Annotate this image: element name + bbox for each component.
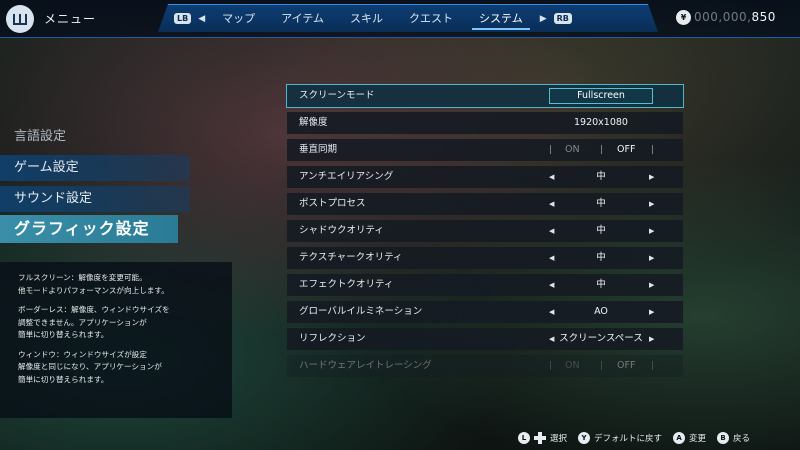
- y-button-icon: Y: [578, 432, 591, 444]
- description-borderless: ボーダーレス：解像度、ウィンドウサイズを 調整できません。アプリケーションが 簡…: [18, 305, 170, 340]
- setting-row-effect-quality[interactable]: エフェクトクオリティ ◀ 中 ▶: [287, 274, 683, 296]
- toggle-divider: |: [651, 145, 655, 155]
- screen-mode-value[interactable]: Fullscreen: [549, 88, 653, 104]
- tab-system[interactable]: システム: [466, 5, 536, 33]
- toggle-divider: |: [600, 145, 604, 155]
- arrow-right-icon[interactable]: ▶: [649, 220, 654, 242]
- setting-label: リフレクション: [299, 333, 366, 344]
- arrow-right-icon[interactable]: ▶: [649, 328, 654, 350]
- setting-label: エフェクトクオリティ: [299, 279, 394, 290]
- toggle-divider: |: [549, 145, 553, 155]
- resolution-value[interactable]: 1920x1080: [549, 112, 653, 134]
- menu-title: メニュー: [44, 12, 97, 26]
- arrow-right-icon[interactable]: ▶: [649, 166, 654, 188]
- setting-label: 解像度: [299, 117, 328, 128]
- sidebar-item-language[interactable]: 言語設定: [0, 124, 190, 150]
- setting-row-reflection[interactable]: リフレクション ◀ スクリーンスペース ▶: [287, 328, 683, 350]
- hint-change-label: 変更: [689, 434, 707, 444]
- post-process-value: 中: [596, 198, 606, 209]
- tab-map[interactable]: マップ: [209, 5, 268, 33]
- setting-row-screen-mode[interactable]: スクリーンモード Fullscreen: [286, 84, 684, 108]
- vsync-on-option[interactable]: ON: [565, 139, 580, 161]
- tab-skills[interactable]: スキル: [337, 5, 396, 33]
- setting-row-shadow-quality[interactable]: シャドウクオリティ ◀ 中 ▶: [287, 220, 683, 242]
- hint-default[interactable]: Y デフォルトに戻す: [578, 432, 662, 444]
- tab-left-arrow-icon[interactable]: ◀: [198, 14, 205, 24]
- arrow-right-icon[interactable]: ▶: [649, 247, 654, 269]
- setting-row-post-process[interactable]: ポストプロセス ◀ 中 ▶: [287, 193, 683, 215]
- settings-list: スクリーンモード Fullscreen 解像度 1920x1080 垂直同期 |…: [286, 84, 684, 382]
- setting-label: アンチエイリアシング: [299, 171, 394, 182]
- setting-row-texture-quality[interactable]: テクスチャークオリティ ◀ 中 ▶: [287, 247, 683, 269]
- a-button-icon: A: [673, 432, 686, 444]
- setting-label: グローバルイルミネーション: [299, 306, 423, 317]
- setting-row-vsync[interactable]: 垂直同期 | ON | OFF |: [287, 139, 683, 161]
- toggle-divider: |: [651, 361, 655, 371]
- currency-icon: ¥: [676, 10, 691, 25]
- vsync-off-option[interactable]: OFF: [617, 139, 635, 161]
- toggle-divider: |: [549, 361, 553, 371]
- anti-aliasing-value: 中: [596, 171, 606, 182]
- arrow-right-icon[interactable]: ▶: [649, 193, 654, 215]
- hint-back-label: 戻る: [733, 434, 751, 444]
- tab-bar: LB ◀ マップ アイテム スキル クエスト システム ▶ RB: [158, 4, 658, 32]
- reflection-value: スクリーンスペース: [559, 333, 643, 344]
- texture-quality-value: 中: [596, 252, 606, 263]
- hint-select: L 選択: [518, 432, 567, 444]
- menu-book-icon[interactable]: [6, 5, 34, 33]
- tab-items[interactable]: アイテム: [268, 5, 337, 33]
- global-illumination-value: AO: [594, 306, 608, 317]
- effect-quality-value: 中: [596, 279, 606, 290]
- setting-row-global-illumination[interactable]: グローバルイルミネーション ◀ AO ▶: [287, 301, 683, 323]
- l-stick-icon: L: [518, 432, 530, 444]
- dpad-icon: [534, 432, 546, 444]
- setting-row-hardware-raytracing: ハードウェアレイトレーシング | ON | OFF |: [287, 355, 683, 377]
- tab-right-arrow-icon[interactable]: ▶: [540, 14, 547, 24]
- sidebar-item-graphics[interactable]: グラフィック設定: [0, 215, 178, 243]
- raytracing-on-option: ON: [565, 360, 580, 371]
- setting-row-resolution[interactable]: 解像度 1920x1080: [287, 112, 683, 134]
- currency-amount: 000,000,850: [694, 10, 776, 24]
- setting-label: ハードウェアレイトレーシング: [299, 360, 432, 371]
- description-fullscreen: フルスクリーン：解像度を変更可能。 他モードよりパフォーマンスが向上します。: [18, 273, 169, 295]
- currency-amount-padding: 000,000,: [694, 10, 752, 24]
- b-button-icon: B: [717, 432, 730, 444]
- hint-back[interactable]: B 戻る: [717, 432, 750, 444]
- arrow-right-icon[interactable]: ▶: [649, 301, 654, 323]
- hint-default-label: デフォルトに戻す: [594, 434, 663, 444]
- tab-quests[interactable]: クエスト: [396, 5, 466, 33]
- setting-label: 垂直同期: [299, 144, 338, 155]
- lb-button-icon[interactable]: LB: [174, 13, 192, 24]
- button-hints: L 選択 Y デフォルトに戻す A 変更 B 戻る: [518, 430, 761, 446]
- toggle-divider: |: [600, 361, 604, 371]
- shadow-quality-value: 中: [596, 225, 606, 236]
- top-bar: メニュー LB ◀ マップ アイテム スキル クエスト システム ▶ RB ¥ …: [0, 0, 800, 38]
- sidebar-item-game[interactable]: ゲーム設定: [0, 155, 190, 181]
- currency-amount-value: 850: [751, 10, 776, 24]
- description-panel: フルスクリーン：解像度を変更可能。 他モードよりパフォーマンスが向上します。 ボ…: [0, 262, 232, 418]
- hint-change[interactable]: A 変更: [673, 432, 706, 444]
- hint-select-label: 選択: [550, 434, 568, 444]
- setting-label: ポストプロセス: [299, 198, 366, 209]
- arrow-right-icon[interactable]: ▶: [649, 274, 654, 296]
- setting-label: スクリーンモード: [299, 90, 375, 101]
- setting-label: シャドウクオリティ: [299, 225, 384, 236]
- setting-label: テクスチャークオリティ: [299, 252, 403, 263]
- rb-button-icon[interactable]: RB: [553, 13, 572, 24]
- sidebar-item-sound[interactable]: サウンド設定: [0, 186, 190, 212]
- description-window: ウィンドウ：ウィンドウサイズが設定 解像度と同じになり、アプリケーションが 簡単…: [18, 349, 162, 384]
- setting-row-anti-aliasing[interactable]: アンチエイリアシング ◀ 中 ▶: [287, 166, 683, 188]
- raytracing-off-option: OFF: [617, 360, 636, 371]
